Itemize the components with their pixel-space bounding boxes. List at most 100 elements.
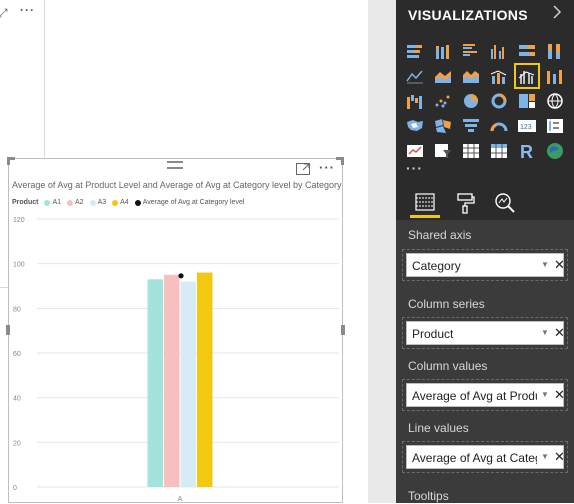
legend-swatch [134, 199, 141, 206]
legend-swatch [67, 199, 74, 206]
y-tick-label: 100 [13, 262, 25, 269]
field-pill[interactable]: Category ▼ ✕ [406, 253, 565, 277]
well-label-tooltips: Tooltips [408, 489, 449, 503]
svg-text:123: 123 [520, 124, 532, 131]
stacked-bar-chart-icon[interactable] [404, 40, 426, 62]
well-label-column-values: Column values [408, 359, 488, 373]
chart-legend: Product A1 A2 A3 A4 Average of Avg at Ca… [12, 199, 244, 206]
field-pill[interactable]: Average of Avg at Category level ▼ ✕ [406, 445, 565, 469]
y-tick-label: 80 [13, 306, 21, 313]
field-name: Category [412, 259, 461, 273]
field-pill[interactable]: Average of Avg at Product Level ▼ ✕ [406, 383, 565, 407]
remove-field-icon[interactable]: ✕ [554, 325, 565, 341]
more-options-icon[interactable]: ··· [20, 3, 35, 17]
resize-handle-top-left[interactable] [7, 157, 15, 165]
funnel-icon[interactable] [460, 115, 482, 137]
x-tick-label: A [178, 496, 183, 503]
chevron-down-icon[interactable]: ▼ [541, 390, 549, 399]
get-more-visuals-button[interactable]: ··· [406, 160, 423, 176]
focus-mode-icon[interactable] [296, 163, 310, 175]
field-name: Average of Avg at Product Level [412, 389, 537, 403]
y-tick-label: 60 [13, 351, 21, 358]
line-point [178, 273, 184, 279]
stacked-column-chart-icon[interactable] [432, 40, 454, 62]
matrix-icon[interactable] [488, 140, 510, 162]
y-tick-label: 40 [13, 396, 21, 403]
filled-map-icon[interactable] [404, 115, 426, 137]
pane-tabs [396, 184, 574, 220]
treemap-icon[interactable] [516, 90, 538, 112]
tab-format[interactable] [450, 188, 480, 218]
well-label-shared-axis: Shared axis [408, 228, 472, 242]
field-name: Product [412, 327, 454, 341]
chart-title: Average of Avg at Product Level and Aver… [12, 180, 342, 190]
chevron-down-icon[interactable]: ▼ [541, 328, 549, 337]
arcgis-map-icon[interactable] [544, 140, 566, 162]
waterfall-chart-icon[interactable] [404, 90, 426, 112]
shape-map-icon[interactable] [432, 115, 454, 137]
legend-item-line[interactable]: Average of Avg at Category level [134, 199, 244, 206]
gauge-icon[interactable] [488, 115, 510, 137]
clustered-column-chart-icon[interactable] [488, 40, 510, 62]
line-clustered-column-visual[interactable]: ··· Average of Avg at Product Level and … [6, 157, 345, 503]
chart-plot-area: 0 20 40 60 80 100 120 A [13, 217, 339, 503]
y-tick-label: 20 [13, 440, 21, 447]
legend-swatch [89, 199, 96, 206]
collapse-pane-icon[interactable] [552, 4, 562, 25]
resize-handle-top-right[interactable] [336, 157, 344, 165]
area-chart-icon[interactable] [432, 65, 454, 87]
svg-text:R: R [520, 142, 533, 160]
kpi-icon[interactable] [404, 140, 426, 162]
r-script-visual-icon[interactable]: R [516, 140, 538, 162]
legend-item-a2[interactable]: A2 [67, 199, 84, 206]
well-column-series[interactable]: Product ▼ ✕ [402, 317, 568, 349]
more-options-icon[interactable]: ··· [319, 160, 335, 175]
100-stacked-column-chart-icon[interactable] [544, 40, 566, 62]
clustered-bar-chart-icon[interactable] [460, 40, 482, 62]
tab-fields[interactable] [410, 188, 440, 218]
legend-item-a4[interactable]: A4 [112, 199, 129, 206]
slicer-icon[interactable] [432, 140, 454, 162]
visual-type-gallery: 123 R [404, 40, 568, 164]
legend-title: Product [12, 199, 39, 206]
field-name: Average of Avg at Category level [412, 451, 537, 465]
multi-row-card-icon[interactable] [544, 115, 566, 137]
legend-item-a3[interactable]: A3 [89, 199, 106, 206]
well-line-values[interactable]: Average of Avg at Category level ▼ ✕ [402, 441, 568, 473]
100-stacked-bar-chart-icon[interactable] [516, 40, 538, 62]
report-canvas: ⤢ ··· ··· Average of Avg at Product Leve… [0, 0, 368, 503]
well-shared-axis[interactable]: Category ▼ ✕ [402, 249, 568, 281]
chevron-down-icon[interactable]: ▼ [541, 260, 549, 269]
pie-chart-icon[interactable] [460, 90, 482, 112]
legend-item-a1[interactable]: A1 [44, 199, 61, 206]
remove-field-icon[interactable]: ✕ [554, 387, 565, 403]
donut-chart-icon[interactable] [488, 90, 510, 112]
paint-roller-icon [457, 193, 475, 214]
field-pill[interactable]: Product ▼ ✕ [406, 321, 565, 345]
well-column-values[interactable]: Average of Avg at Product Level ▼ ✕ [402, 379, 568, 411]
remove-field-icon[interactable]: ✕ [554, 257, 565, 273]
visualizations-pane: VISUALIZATIONS 123 R ··· Shared axis Cat… [396, 0, 574, 503]
tab-analytics[interactable] [490, 188, 520, 218]
pane-title: VISUALIZATIONS [408, 7, 528, 23]
ribbon-chart-icon[interactable] [544, 65, 566, 87]
map-icon[interactable] [544, 90, 566, 112]
line-stacked-column-chart-icon[interactable] [488, 65, 510, 87]
remove-field-icon[interactable]: ✕ [554, 449, 565, 465]
well-label-line-values: Line values [408, 421, 469, 435]
line-clustered-column-chart-icon[interactable] [514, 63, 540, 89]
well-label-column-series: Column series [408, 297, 485, 311]
table-icon[interactable] [460, 140, 482, 162]
chevron-down-icon[interactable]: ▼ [541, 452, 549, 461]
scatter-chart-icon[interactable] [432, 90, 454, 112]
stacked-area-chart-icon[interactable] [460, 65, 482, 87]
bar-a1 [147, 279, 163, 487]
drag-grip-icon[interactable] [167, 161, 183, 169]
focus-mode-icon[interactable]: ⤢ [0, 6, 8, 20]
legend-swatch [112, 199, 119, 206]
line-chart-icon[interactable] [404, 65, 426, 87]
card-icon[interactable]: 123 [516, 115, 538, 137]
bar-a4 [197, 272, 213, 487]
fields-icon [415, 192, 435, 211]
bar-a2 [164, 274, 180, 487]
